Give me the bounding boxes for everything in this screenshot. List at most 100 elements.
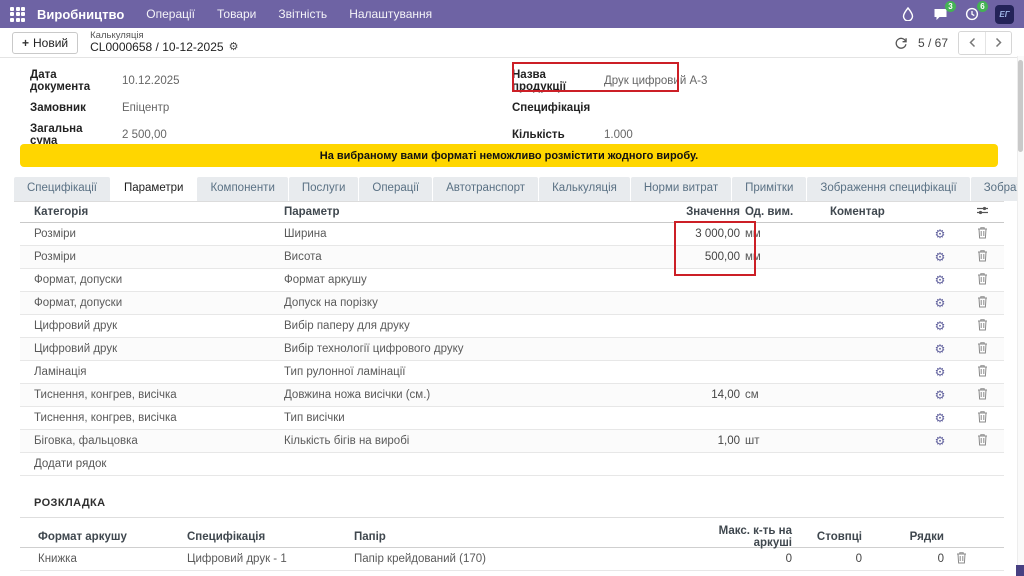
cell-parameter[interactable]: Формат аркушу bbox=[270, 274, 682, 286]
cell-paper[interactable]: Папір крейдований (170) bbox=[354, 553, 684, 565]
tab-3[interactable]: Послуги bbox=[289, 177, 359, 201]
menu-item-3[interactable]: Налаштування bbox=[349, 7, 432, 21]
app-name[interactable]: Виробництво bbox=[37, 7, 124, 22]
col-header-unit[interactable]: Од. вим. bbox=[740, 206, 826, 218]
page-scrollbar[interactable] bbox=[1017, 56, 1024, 576]
cell-category[interactable]: Біговка, фальцовка bbox=[20, 435, 270, 447]
cell-value[interactable]: 1,00 bbox=[682, 435, 740, 447]
user-avatar[interactable]: ЕГ bbox=[995, 5, 1014, 24]
droplet-icon[interactable] bbox=[899, 5, 917, 23]
cell-parameter[interactable]: Довжина ножа висічки (см.) bbox=[270, 389, 682, 401]
tab-10[interactable]: Зображення продукції bbox=[971, 177, 1024, 201]
row-delete-icon[interactable] bbox=[948, 551, 1004, 567]
cell-unit[interactable]: шт bbox=[740, 435, 826, 447]
cell-unit[interactable]: мм bbox=[740, 228, 826, 240]
col-header-parameter[interactable]: Параметр bbox=[270, 206, 682, 218]
cell-specification[interactable]: Цифровий друк - 1 bbox=[187, 553, 354, 565]
cell-value[interactable]: 500,00 bbox=[682, 251, 740, 263]
row-delete-icon[interactable] bbox=[960, 341, 1004, 357]
col-header-specification[interactable]: Специфікація bbox=[187, 531, 354, 543]
field-value[interactable]: 1.000 bbox=[604, 129, 633, 141]
cell-category[interactable]: Тиснення, конгрев, висічка bbox=[20, 389, 270, 401]
field-value[interactable]: Друк цифровий А-3 bbox=[604, 75, 707, 87]
cell-value[interactable]: 3 000,00 bbox=[682, 228, 740, 240]
field-value[interactable]: 2 500,00 bbox=[122, 129, 167, 141]
tab-2[interactable]: Компоненти bbox=[197, 177, 287, 201]
new-button[interactable]: Новий bbox=[12, 32, 78, 54]
row-delete-icon[interactable] bbox=[960, 272, 1004, 288]
tab-7[interactable]: Норми витрат bbox=[631, 177, 731, 201]
row-delete-icon[interactable] bbox=[960, 226, 1004, 242]
field-value[interactable]: Епіцентр bbox=[122, 102, 169, 114]
cell-rows[interactable]: 0 bbox=[866, 553, 948, 565]
cell-category[interactable]: Цифровий друк bbox=[20, 320, 270, 332]
cell-columns[interactable]: 0 bbox=[796, 553, 866, 565]
row-delete-icon[interactable] bbox=[960, 318, 1004, 334]
cell-parameter[interactable]: Допуск на порізку bbox=[270, 297, 682, 309]
cell-category[interactable]: Формат, допуски bbox=[20, 297, 270, 309]
record-settings-gear-icon[interactable]: ⚙ bbox=[229, 42, 239, 54]
tab-4[interactable]: Операції bbox=[359, 177, 432, 201]
cell-value[interactable]: 14,00 bbox=[682, 389, 740, 401]
tab-0[interactable]: Специфікації bbox=[14, 177, 110, 201]
activities-icon[interactable]: 6 bbox=[963, 5, 981, 23]
row-settings-gear-icon[interactable]: ⚙ bbox=[920, 319, 960, 333]
field-value[interactable]: 10.12.2025 bbox=[122, 75, 180, 87]
cell-category[interactable]: Тиснення, конгрев, висічка bbox=[20, 412, 270, 424]
optional-columns-icon[interactable] bbox=[960, 205, 1004, 219]
row-delete-icon[interactable] bbox=[960, 410, 1004, 426]
col-header-comment[interactable]: Коментар bbox=[826, 206, 920, 218]
row-settings-gear-icon[interactable]: ⚙ bbox=[920, 365, 960, 379]
cell-parameter[interactable]: Тип висічки bbox=[270, 412, 682, 424]
col-header-paper[interactable]: Папір bbox=[354, 531, 684, 543]
col-header-max-per-sheet[interactable]: Макс. к-ть на аркуші bbox=[684, 525, 796, 549]
row-settings-gear-icon[interactable]: ⚙ bbox=[920, 227, 960, 241]
tab-1[interactable]: Параметри bbox=[111, 177, 196, 201]
tab-8[interactable]: Примітки bbox=[732, 177, 806, 201]
row-delete-icon[interactable] bbox=[960, 387, 1004, 403]
cell-sheet-format[interactable]: Книжка bbox=[20, 553, 187, 565]
row-delete-icon[interactable] bbox=[960, 364, 1004, 380]
menu-item-2[interactable]: Звітність bbox=[278, 7, 327, 21]
row-settings-gear-icon[interactable]: ⚙ bbox=[920, 296, 960, 310]
row-settings-gear-icon[interactable]: ⚙ bbox=[920, 250, 960, 264]
pager-previous-button[interactable] bbox=[959, 32, 985, 54]
row-settings-gear-icon[interactable]: ⚙ bbox=[920, 273, 960, 287]
cell-parameter[interactable]: Тип рулонної ламінації bbox=[270, 366, 682, 378]
cell-parameter[interactable]: Висота bbox=[270, 251, 682, 263]
add-row-button[interactable]: Додати рядок bbox=[20, 453, 1004, 476]
row-settings-gear-icon[interactable]: ⚙ bbox=[920, 411, 960, 425]
cell-category[interactable]: Розміри bbox=[20, 251, 270, 263]
cell-category[interactable]: Ламінація bbox=[20, 366, 270, 378]
tab-5[interactable]: Автотранспорт bbox=[433, 177, 538, 201]
cell-category[interactable]: Розміри bbox=[20, 228, 270, 240]
cell-unit[interactable]: см bbox=[740, 389, 826, 401]
row-settings-gear-icon[interactable]: ⚙ bbox=[920, 434, 960, 448]
col-header-columns[interactable]: Стовпці bbox=[796, 531, 866, 543]
row-delete-icon[interactable] bbox=[960, 249, 1004, 265]
cell-parameter[interactable]: Кількість бігів на виробі bbox=[270, 435, 682, 447]
cell-parameter[interactable]: Ширина bbox=[270, 228, 682, 240]
col-header-sheet-format[interactable]: Формат аркушу bbox=[20, 531, 187, 543]
apps-grid-icon[interactable] bbox=[10, 7, 25, 22]
col-header-category[interactable]: Категорія bbox=[20, 206, 270, 218]
col-header-value[interactable]: Значення bbox=[682, 206, 740, 218]
row-delete-icon[interactable] bbox=[960, 295, 1004, 311]
cell-parameter[interactable]: Вибір технології цифрового друку bbox=[270, 343, 682, 355]
cell-parameter[interactable]: Вибір паперу для друку bbox=[270, 320, 682, 332]
cell-category[interactable]: Формат, допуски bbox=[20, 274, 270, 286]
refresh-icon[interactable] bbox=[894, 36, 908, 50]
cell-max-per-sheet[interactable]: 0 bbox=[684, 553, 796, 565]
row-delete-icon[interactable] bbox=[960, 433, 1004, 449]
scrollbar-thumb[interactable] bbox=[1018, 60, 1023, 152]
row-settings-gear-icon[interactable]: ⚙ bbox=[920, 388, 960, 402]
col-header-rows[interactable]: Рядки bbox=[866, 531, 948, 543]
messages-icon[interactable]: 3 bbox=[931, 5, 949, 23]
menu-item-1[interactable]: Товари bbox=[217, 7, 256, 21]
cell-unit[interactable]: мм bbox=[740, 251, 826, 263]
menu-item-0[interactable]: Операції bbox=[146, 7, 195, 21]
tab-6[interactable]: Калькуляція bbox=[539, 177, 630, 201]
row-settings-gear-icon[interactable]: ⚙ bbox=[920, 342, 960, 356]
tab-9[interactable]: Зображення специфікації bbox=[807, 177, 969, 201]
cell-category[interactable]: Цифровий друк bbox=[20, 343, 270, 355]
